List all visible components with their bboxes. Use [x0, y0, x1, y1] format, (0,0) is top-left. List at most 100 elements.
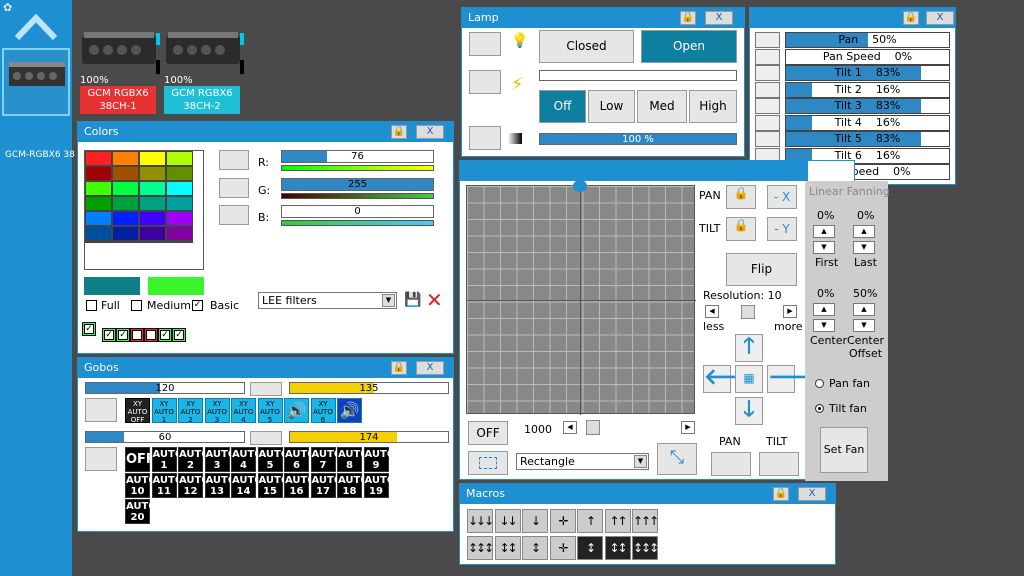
channel-slider[interactable]: Tilt 4 16% [785, 114, 950, 131]
lock-icon[interactable]: 🔒 [773, 487, 789, 501]
palette-swatch[interactable] [139, 181, 166, 196]
current-color-swatch[interactable] [84, 277, 140, 295]
red-channel-button[interactable] [219, 150, 249, 170]
palette-swatch[interactable] [85, 151, 112, 166]
macro-button[interactable]: ✛ [549, 536, 576, 560]
basic-checkbox[interactable]: ✓ [192, 300, 203, 311]
center-up-button[interactable]: ▲ [813, 303, 835, 316]
first-down-button[interactable]: ▼ [813, 241, 835, 254]
gobo-button[interactable]: AUTO 12 [178, 473, 210, 498]
gobo-button[interactable]: AUTO 20 [125, 499, 157, 524]
filter-select[interactable]: LEE filters ▼ [258, 292, 397, 309]
palette-swatch[interactable] [166, 151, 193, 166]
speed-left-button[interactable]: ◀ [563, 421, 577, 434]
palette-swatch[interactable] [166, 181, 193, 196]
palette-swatch[interactable] [85, 226, 112, 241]
pan-button[interactable] [711, 452, 751, 476]
macro-button[interactable]: ↓↓ [494, 509, 521, 533]
chevron-up-icon[interactable] [13, 10, 59, 42]
macro-button[interactable]: ↓↓↓ [467, 509, 494, 533]
off-button[interactable]: OFF [468, 421, 508, 445]
channel-select-button[interactable] [755, 65, 780, 81]
shape-select[interactable]: Rectangle ▼ [516, 453, 649, 470]
palette-swatch[interactable] [85, 241, 112, 243]
gobo-button[interactable]: 🔊 [337, 398, 362, 423]
blue-channel-button[interactable] [219, 205, 249, 225]
gobo-rotation-2-slider[interactable]: 174 [289, 431, 449, 443]
macro-button[interactable]: ↕↕ [604, 536, 631, 560]
channel-select-button[interactable] [755, 81, 780, 98]
palette-swatch[interactable] [139, 226, 166, 241]
invert-y-button[interactable]: - Y [767, 217, 797, 241]
lamp-med-button[interactable]: Med [637, 90, 687, 123]
palette-swatch[interactable] [112, 241, 139, 243]
last-up-button[interactable]: ▲ [853, 225, 875, 238]
gobo-button[interactable]: AUTO 15 [257, 473, 289, 498]
gobo-button[interactable]: AUTO 10 [125, 473, 157, 498]
tilt-fan-radio[interactable] [815, 404, 824, 413]
position-marker[interactable] [573, 180, 587, 192]
gobo-button[interactable]: AUTO 11 [151, 473, 183, 498]
gobo-button[interactable]: XY AUTO OFF [125, 398, 150, 424]
gobo-button[interactable]: AUTO 3 [204, 447, 236, 472]
gobo-button[interactable]: XY AUTO 2 [178, 398, 203, 424]
tilt-button[interactable] [759, 452, 799, 476]
channel-slider[interactable]: Tilt 1 83% [785, 65, 950, 81]
right-arrow-button[interactable]: 🡒 [767, 365, 827, 393]
palette-swatch[interactable] [139, 151, 166, 166]
gobo-button[interactable]: AUTO 19 [363, 473, 395, 498]
channel-select-button[interactable] [755, 131, 780, 147]
channel-checkbox[interactable]: ✓ [158, 328, 172, 342]
gobo-button[interactable]: AUTO 6 [284, 447, 316, 472]
lock-icon[interactable]: 🔒 [391, 361, 407, 375]
macro-button[interactable]: ↑↑↑ [632, 509, 659, 533]
macro-button[interactable]: ↕ [577, 536, 603, 560]
channel-checkbox[interactable]: ✓ [82, 322, 96, 336]
macro-button[interactable]: ↑ [577, 509, 603, 533]
channel-select-button[interactable] [755, 48, 780, 65]
gobo-rotation-1-slider[interactable]: 135 [289, 382, 449, 394]
medium-checkbox[interactable] [131, 300, 142, 311]
channel-checkbox[interactable]: ✓ [116, 328, 130, 342]
save-icon[interactable]: 💾 [404, 292, 421, 308]
macro-button[interactable]: ↕↕↕ [632, 536, 659, 560]
close-button[interactable]: X [798, 487, 826, 501]
palette-swatch[interactable] [139, 166, 166, 181]
up-arrow-button[interactable]: 🡑 [735, 334, 763, 362]
palette-swatch[interactable] [112, 181, 139, 196]
gobo-reset-button[interactable] [85, 398, 117, 422]
palette-swatch[interactable] [166, 166, 193, 181]
shutter-button[interactable] [469, 32, 501, 56]
close-button[interactable]: X [416, 361, 444, 375]
close-button[interactable]: X [416, 125, 444, 139]
gear-icon[interactable]: ✿ [3, 1, 12, 14]
green-channel-button[interactable] [219, 178, 249, 198]
gobo-button[interactable]: XY AUTO 5 [257, 398, 283, 424]
set-fan-button[interactable]: Set Fan [820, 427, 868, 473]
channel-checkbox[interactable]: ✓ [102, 328, 116, 342]
channel-checkbox[interactable]: ✓ [172, 328, 186, 342]
dimmer-slider[interactable]: 100 % [539, 133, 737, 145]
channel-select-button[interactable] [755, 114, 780, 131]
lamp-off-button[interactable]: Off [539, 90, 586, 123]
gobo-button[interactable]: AUTO 1 [151, 447, 183, 472]
channel-slider[interactable]: Tilt 3 83% [785, 98, 950, 114]
gobo-button[interactable]: AUTO 4 [231, 447, 263, 472]
color-palette[interactable] [84, 150, 204, 270]
gobo-button[interactable]: XY AUTO 6 [310, 398, 336, 424]
speed-slider-handle[interactable] [586, 420, 600, 435]
palette-swatch[interactable] [112, 166, 139, 181]
macro-button[interactable]: ↕ [522, 536, 548, 560]
gobo-button[interactable]: XY AUTO 1 [151, 398, 177, 424]
close-button[interactable]: X [705, 11, 733, 25]
resolution-slider-handle[interactable] [741, 305, 755, 319]
gobo-button[interactable]: AUTO 16 [284, 473, 316, 498]
gobo-button[interactable]: AUTO 8 [337, 447, 369, 472]
gobo-button[interactable]: AUTO 9 [363, 447, 395, 472]
speed-right-button[interactable]: ▶ [681, 421, 695, 434]
gobo-button[interactable]: AUTO 14 [231, 473, 263, 498]
palette-swatch[interactable] [85, 211, 112, 226]
palette-swatch[interactable] [85, 181, 112, 196]
sidebar-fixture-item[interactable]: GCM-RGBX6 38 [2, 48, 75, 160]
macro-button[interactable]: ↕↕↕ [467, 536, 494, 560]
